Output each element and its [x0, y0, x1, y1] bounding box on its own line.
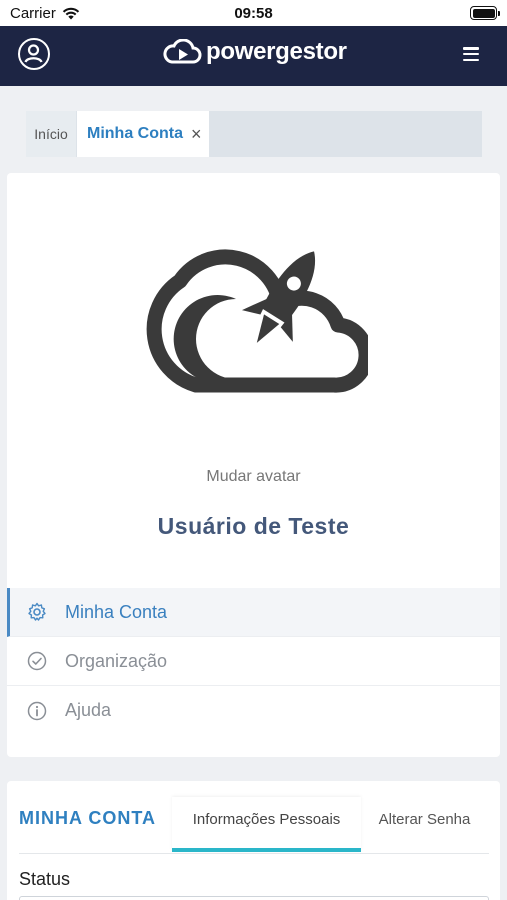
avatar-cloud-rocket-image[interactable] [138, 239, 368, 399]
section-title: MINHA CONTA [19, 808, 156, 828]
status-field[interactable] [19, 896, 489, 900]
breadcrumb-tabs: Início Minha Conta × [26, 111, 482, 157]
profile-card: Mudar avatar Usuário de Teste Minha Cont… [7, 173, 500, 757]
profile-menu: Minha Conta Organização Ajuda [7, 588, 500, 735]
clock: 09:58 [234, 5, 273, 22]
check-circle-icon [27, 651, 47, 671]
menu-item-ajuda[interactable]: Ajuda [7, 686, 500, 735]
brand-logo: powergestor [162, 38, 347, 66]
change-avatar-link[interactable]: Mudar avatar [7, 468, 500, 486]
menu-item-label: Organização [65, 650, 168, 671]
tab-informacoes-pessoais[interactable]: Informações Pessoais [172, 797, 361, 852]
top-navbar: powergestor [0, 26, 507, 86]
user-profile-button[interactable] [18, 38, 50, 70]
battery-icon [470, 6, 500, 20]
menu-item-label: Minha Conta [65, 601, 168, 622]
tab-home[interactable]: Início [26, 111, 76, 157]
cloud-play-icon [163, 39, 202, 64]
info-icon [27, 701, 47, 721]
tab-alterar-senha[interactable]: Alterar Senha [367, 797, 482, 852]
status-bar: Carrier 09:58 [0, 0, 507, 26]
account-header: MINHA CONTA Informações Pessoais Alterar… [7, 781, 500, 853]
hamburger-menu-button[interactable] [463, 47, 479, 61]
menu-line [463, 52, 479, 56]
divider [19, 853, 489, 854]
user-name: Usuário de Teste [157, 513, 350, 539]
close-icon[interactable]: × [191, 125, 202, 143]
menu-item-minha-conta[interactable]: Minha Conta [7, 588, 500, 637]
menu-item-label: Ajuda [65, 700, 112, 720]
tab-minha-conta[interactable]: Minha Conta × [77, 111, 209, 157]
brand-name: powergestor [206, 38, 347, 65]
tab-label: Minha Conta [87, 125, 183, 142]
menu-item-organizacao[interactable]: Organização [7, 637, 500, 686]
gear-icon [27, 602, 47, 622]
account-card: MINHA CONTA Informações Pessoais Alterar… [7, 781, 500, 900]
status-label: Status [19, 869, 71, 889]
user-icon [24, 44, 43, 63]
menu-line [463, 47, 479, 50]
menu-line [463, 58, 479, 61]
